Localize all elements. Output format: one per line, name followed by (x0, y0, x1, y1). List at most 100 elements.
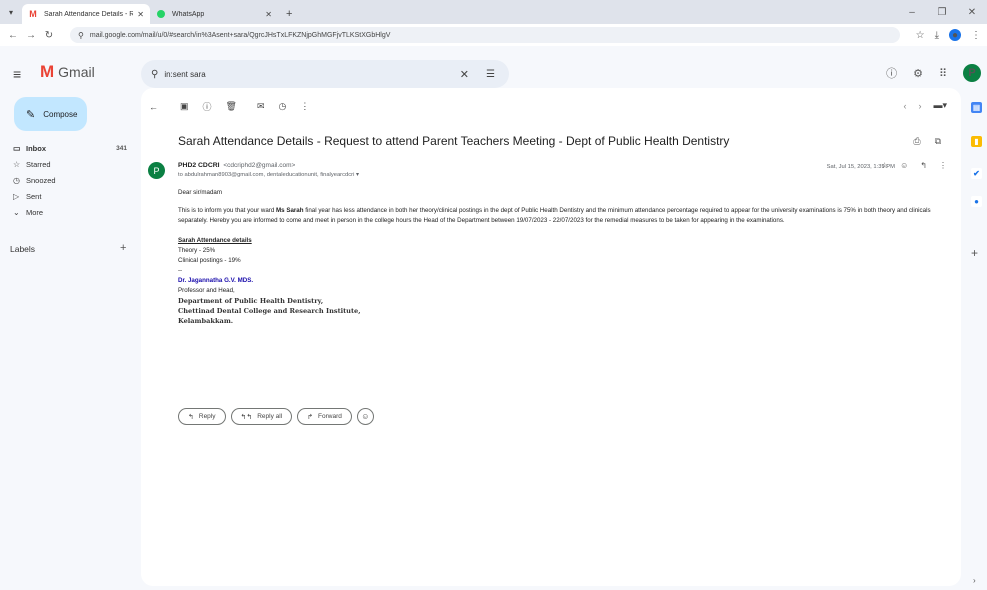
sidebar-item-sent[interactable]: ▷ Sent (0, 188, 135, 204)
sidebar-item-label: Inbox (26, 143, 46, 153)
reply-icon[interactable]: ↰ (920, 161, 927, 170)
more-options-icon[interactable]: ⋮ (300, 101, 309, 112)
tab-whatsapp[interactable]: WhatsApp ✕ (150, 4, 278, 24)
reply-button[interactable]: ↰ Reply (178, 408, 226, 425)
sidebar-item-label: Snoozed (26, 175, 56, 185)
pencil-icon: ✎ (26, 108, 36, 121)
browser-toolbar: ← → ↻ ⚲ mail.google.com/mail/u/0/#search… (0, 24, 987, 46)
search-icon[interactable]: ⚲ (151, 69, 158, 80)
reply-actions: ↰ Reply ↰↰ Reply all ↱ Forward ☺ (178, 408, 374, 425)
tab-search-icon[interactable]: ▾ (0, 0, 22, 24)
restore-icon[interactable]: ❐ (927, 0, 957, 24)
reply-icon: ↰ (188, 413, 194, 421)
greeting: Dear sir/madam (178, 189, 223, 196)
sidebar-item-starred[interactable]: ☆ Starred (0, 156, 135, 172)
print-icon[interactable]: ⎙ (913, 136, 920, 147)
back-icon[interactable]: ← (4, 30, 22, 41)
report-spam-icon[interactable]: ⓘ (203, 100, 212, 113)
delete-icon[interactable]: 🗑 (226, 101, 237, 112)
gmail-m-icon: M (40, 62, 55, 81)
sidebar-item-snoozed[interactable]: ◷ Snoozed (0, 172, 135, 188)
older-icon[interactable]: › (918, 101, 921, 111)
open-new-window-icon[interactable]: ⧉ (935, 136, 941, 147)
search-input[interactable]: in:sent sara (164, 70, 205, 79)
emoji-button[interactable]: ☺ (356, 408, 374, 425)
archive-icon[interactable]: ▣ (180, 101, 189, 112)
minimize-icon[interactable]: – (897, 0, 927, 24)
clear-search-icon[interactable]: ✕ (460, 68, 469, 81)
reload-icon[interactable]: ↻ (40, 30, 58, 41)
newer-icon[interactable]: ‹ (903, 101, 906, 111)
forward-button[interactable]: ↱ Forward (297, 408, 352, 425)
signature-place: Kelambakkam. (178, 317, 234, 325)
sidebar-item-label: Starred (26, 159, 51, 169)
subject-actions: ⎙ ⧉ (913, 136, 941, 147)
compose-button[interactable]: ✎ Compose (14, 97, 87, 131)
keyboard-icon[interactable]: ▬▾ (933, 100, 947, 111)
ward-name: Ms Sarah (276, 207, 304, 214)
gmail-icon: M (29, 9, 37, 19)
emoji-react-icon[interactable]: ☺ (900, 161, 908, 170)
side-panel: ▦ ▮ ✔ ● + › (967, 46, 987, 590)
more-vert-icon[interactable]: ⋮ (939, 161, 947, 170)
search-options-icon[interactable]: ☰ (486, 69, 495, 80)
star-icon[interactable]: ☆ (881, 161, 888, 170)
close-icon[interactable]: ✕ (265, 10, 272, 19)
signature-title: Professor and Head, (178, 287, 235, 294)
calendar-icon[interactable]: ▦ (971, 102, 982, 113)
download-icon[interactable]: ⤓ (935, 30, 939, 41)
browser-actions: ☆ ⤓ ● ⋮ (916, 24, 981, 46)
mark-unread-icon[interactable]: ✉ (257, 101, 265, 112)
pagination: ‹ › ▬▾ (903, 100, 947, 111)
sidebar-item-label: More (26, 207, 44, 217)
attendance-heading: Sarah Attendance details (178, 237, 252, 244)
sender-name[interactable]: PHD2 CDCRI (178, 162, 220, 169)
tab-title: WhatsApp (172, 10, 205, 18)
window-controls: – ❐ ✕ (897, 0, 987, 24)
snooze-icon[interactable]: ◷ (279, 101, 287, 112)
sender-line: PHD2 CDCRI <cdcriphd2@gmail.com> (178, 162, 295, 169)
sidebar-item-label: Sent (26, 191, 42, 201)
labels-heading: Labels (10, 244, 36, 254)
forward-icon[interactable]: → (22, 30, 40, 41)
search-bar[interactable]: ⚲ in:sent sara ✕ ☰ (141, 60, 509, 88)
get-addons-icon[interactable]: + (971, 246, 978, 260)
star-icon: ☆ (13, 159, 21, 169)
close-window-icon[interactable]: ✕ (957, 0, 987, 24)
send-icon: ▷ (13, 191, 20, 201)
back-to-list-icon[interactable]: ← (149, 102, 158, 112)
signature-college: Chettinad Dental College and Research In… (178, 307, 361, 315)
tasks-icon[interactable]: ✔ (971, 168, 982, 179)
sidebar-item-inbox[interactable]: ▭ Inbox 341 (0, 140, 135, 156)
recipients-line[interactable]: to abdulrahman8903@gmail.com, dentaleduc… (178, 172, 359, 178)
main-menu-icon[interactable]: ≡ (13, 66, 21, 82)
browser-menu-icon[interactable]: ⋮ (971, 30, 981, 41)
forward-icon: ↱ (307, 413, 314, 421)
site-info-icon[interactable]: ⚲ (78, 31, 84, 40)
gmail-logo[interactable]: M Gmail (40, 62, 95, 82)
address-bar[interactable]: ⚲ mail.google.com/mail/u/0/#search/in%3A… (70, 27, 900, 43)
whatsapp-icon (156, 9, 166, 19)
apps-grid-icon[interactable]: ⠿ (939, 67, 947, 80)
clock-icon: ◷ (13, 175, 20, 185)
tab-gmail[interactable]: M Sarah Attendance Details - Req ✕ (22, 4, 150, 24)
tab-title: Sarah Attendance Details - Req (44, 10, 134, 18)
sender-email: <cdcriphd2@gmail.com> (223, 162, 296, 169)
settings-gear-icon[interactable]: ⚙ (913, 67, 923, 80)
profile-icon[interactable]: ● (949, 29, 961, 41)
add-label-icon[interactable]: + (120, 242, 126, 254)
keep-icon[interactable]: ▮ (971, 136, 982, 147)
gmail-app: ≡ M Gmail ⚲ in:sent sara ✕ ☰ ⓘ ⚙ ⠿ P ✎ C… (0, 46, 987, 590)
contacts-icon[interactable]: ● (971, 196, 982, 207)
main-paragraph: This is to inform you that your ward Ms … (178, 207, 931, 224)
hide-panel-icon[interactable]: › (973, 576, 976, 585)
clinical-attendance: Clinical postings - 19% (178, 257, 241, 264)
new-tab-button[interactable]: + (278, 4, 300, 24)
sidebar-item-more[interactable]: ⌄ More (0, 204, 135, 220)
browser-tab-strip: ▾ M Sarah Attendance Details - Req ✕ Wha… (0, 0, 987, 24)
close-icon[interactable]: ✕ (137, 10, 144, 19)
bookmark-star-icon[interactable]: ☆ (916, 30, 925, 41)
help-icon[interactable]: ⓘ (886, 65, 897, 81)
reply-all-button[interactable]: ↰↰ Reply all (230, 408, 293, 425)
signature-department: Department of Public Health Dentistry, (178, 297, 324, 305)
